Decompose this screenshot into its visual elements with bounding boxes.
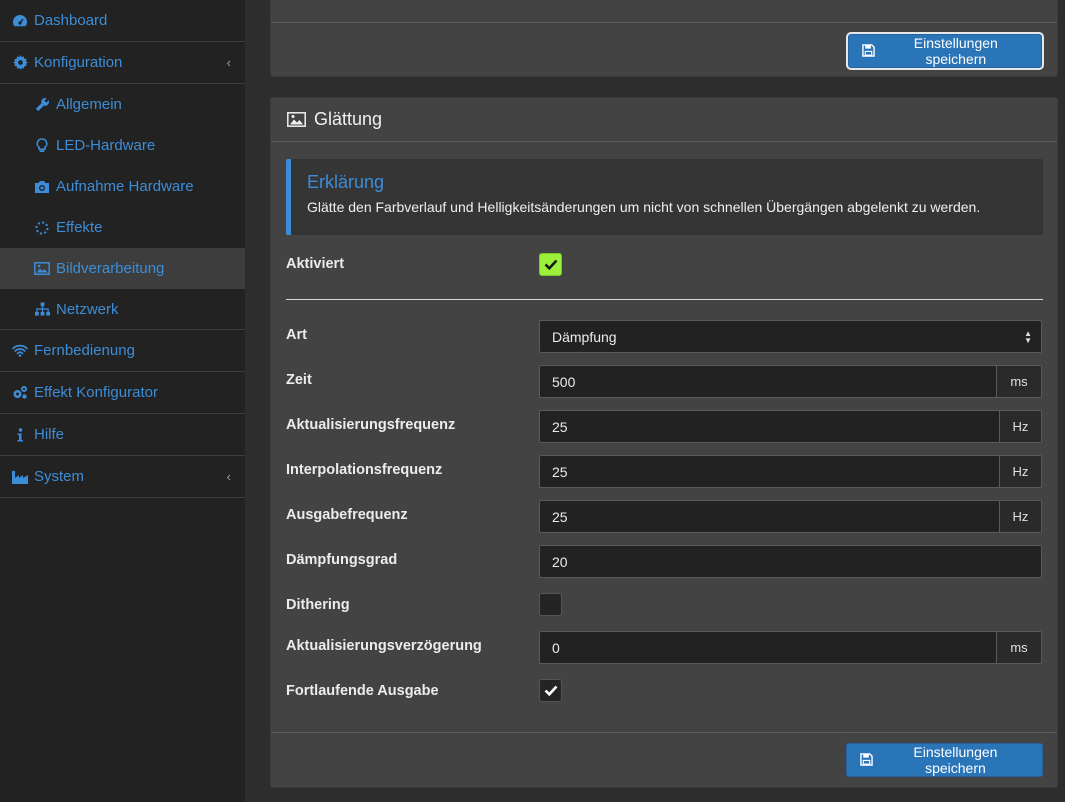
interpolation-frequency-unit: Hz xyxy=(999,456,1041,487)
wrench-icon xyxy=(34,97,50,113)
card-header: Glättung xyxy=(271,98,1057,142)
type-select[interactable]: Dämpfung ▲ ▼ xyxy=(539,320,1042,353)
interpolation-frequency-label: Interpolationsfrequenz xyxy=(286,462,443,478)
card-footer-divider xyxy=(271,22,1057,23)
time-input-value: 500 xyxy=(552,373,576,390)
type-label: Art xyxy=(286,327,307,343)
image-icon xyxy=(287,112,306,127)
sidebar-item-label: Netzwerk xyxy=(56,300,119,318)
output-frequency-unit: Hz xyxy=(999,501,1041,532)
sidebar-item-hilfe[interactable]: Hilfe xyxy=(0,414,245,456)
chevron-left-icon: ‹ xyxy=(226,55,231,70)
sidebar-item-fernbedienung[interactable]: Fernbedienung xyxy=(0,330,245,372)
sidebar-item-aufnahme-hardware[interactable]: Aufnahme Hardware xyxy=(0,166,245,207)
card-title: Glättung xyxy=(314,109,383,129)
save-button-label: Einstellungen speichern xyxy=(913,35,998,67)
activated-label: Aktiviert xyxy=(286,256,345,272)
info-icon xyxy=(12,427,28,443)
sidebar-item-label: Effekte xyxy=(56,219,103,236)
sidebar-item-bildverarbeitung[interactable]: Bildverarbeitung xyxy=(0,248,245,289)
output-frequency-label: Ausgabefrequenz xyxy=(286,507,408,523)
damping-label: Dämpfungsgrad xyxy=(286,552,398,568)
sidebar-item-effekt-konfigurator[interactable]: Effekt Konfigurator xyxy=(0,372,245,414)
sidebar-item-label: System xyxy=(34,468,85,485)
time-label: Zeit xyxy=(286,372,312,388)
output-frequency-value: 25 xyxy=(552,508,568,525)
dithering-checkbox[interactable] xyxy=(539,593,562,616)
update-frequency-unit: Hz xyxy=(999,411,1041,442)
activated-checkbox[interactable] xyxy=(539,253,562,276)
continuous-output-label: Fortlaufende Ausgabe xyxy=(286,683,439,699)
sidebar-item-label: Bildverarbeitung xyxy=(56,260,165,277)
sidebar-item-netzwerk[interactable]: Netzwerk xyxy=(0,289,245,330)
update-frequency-value: 25 xyxy=(552,418,568,435)
sidebar-item-label: Aufnahme Hardware xyxy=(56,178,194,195)
image-icon xyxy=(34,261,50,277)
update-delay-input[interactable]: 0 ms xyxy=(539,631,1042,664)
sidebar: Dashboard Konfiguration ‹ Allgemein LED-… xyxy=(0,0,245,802)
smoothing-card: Glättung Erklärung Glätte den Farbverlau… xyxy=(270,97,1058,788)
gear-icon xyxy=(12,55,28,71)
output-frequency-input[interactable]: 25 Hz xyxy=(539,500,1042,533)
update-delay-unit: ms xyxy=(996,632,1041,663)
sidebar-item-led-hardware[interactable]: LED-Hardware xyxy=(0,125,245,166)
sidebar-item-label: Hilfe xyxy=(34,426,65,443)
time-unit: ms xyxy=(996,366,1041,397)
update-frequency-input[interactable]: 25 Hz xyxy=(539,410,1042,443)
explanation-callout: Erklärung Glätte den Farbverlauf und Hel… xyxy=(286,159,1043,235)
sidebar-item-effekte[interactable]: Effekte xyxy=(0,207,245,248)
sidebar-item-dashboard[interactable]: Dashboard xyxy=(0,0,245,42)
update-frequency-label: Aktualisierungsfrequenz xyxy=(286,417,456,433)
interpolation-frequency-value: 25 xyxy=(552,463,568,480)
update-delay-value: 0 xyxy=(552,639,560,656)
select-arrows-icon: ▲ ▼ xyxy=(1024,329,1032,345)
spinner-icon xyxy=(34,220,50,236)
type-select-value: Dämpfung xyxy=(552,328,617,345)
save-button-top[interactable]: Einstellungen speichern xyxy=(848,34,1042,68)
section-divider xyxy=(286,299,1043,300)
sidebar-item-allgemein[interactable]: Allgemein xyxy=(0,84,245,125)
sidebar-item-label: Konfiguration xyxy=(34,54,123,71)
previous-settings-card: Einstellungen speichern xyxy=(270,0,1058,77)
wifi-icon xyxy=(12,343,28,359)
sidebar-item-label: LED-Hardware xyxy=(56,137,156,154)
update-delay-label: Aktualisierungsverzögerung xyxy=(286,638,482,654)
card-footer-divider xyxy=(271,732,1057,733)
sidebar-item-system[interactable]: System ‹ xyxy=(0,456,245,498)
damping-input[interactable]: 20 xyxy=(539,545,1042,578)
checkmark-icon xyxy=(544,259,557,270)
save-icon xyxy=(862,44,876,58)
cogs-icon xyxy=(12,385,28,401)
industry-icon xyxy=(12,469,28,485)
checkmark-icon xyxy=(544,685,557,696)
sidebar-item-label: Fernbedienung xyxy=(34,342,135,359)
sitemap-icon xyxy=(34,301,50,317)
save-icon xyxy=(860,753,874,767)
damping-input-value: 20 xyxy=(552,553,568,570)
time-input[interactable]: 500 ms xyxy=(539,365,1042,398)
save-button[interactable]: Einstellungen speichern xyxy=(846,743,1043,777)
lightbulb-icon xyxy=(34,138,50,154)
save-button-label: Einstellungen speichern xyxy=(913,744,998,776)
callout-title: Erklärung xyxy=(307,172,385,192)
camera-icon xyxy=(34,179,50,195)
callout-text: Glätte den Farbverlauf und Helligkeitsän… xyxy=(307,199,981,215)
dithering-label: Dithering xyxy=(286,597,350,613)
sidebar-item-label: Allgemein xyxy=(56,96,122,113)
sidebar-item-konfiguration[interactable]: Konfiguration ‹ xyxy=(0,42,245,84)
dashboard-icon xyxy=(12,13,28,29)
interpolation-frequency-input[interactable]: 25 Hz xyxy=(539,455,1042,488)
sidebar-item-label: Dashboard xyxy=(34,12,108,29)
continuous-output-checkbox[interactable] xyxy=(539,679,562,702)
chevron-left-icon: ‹ xyxy=(226,469,231,484)
sidebar-item-label: Effekt Konfigurator xyxy=(34,384,158,401)
main-content: Einstellungen speichern Glättung Erkläru… xyxy=(245,0,1065,802)
